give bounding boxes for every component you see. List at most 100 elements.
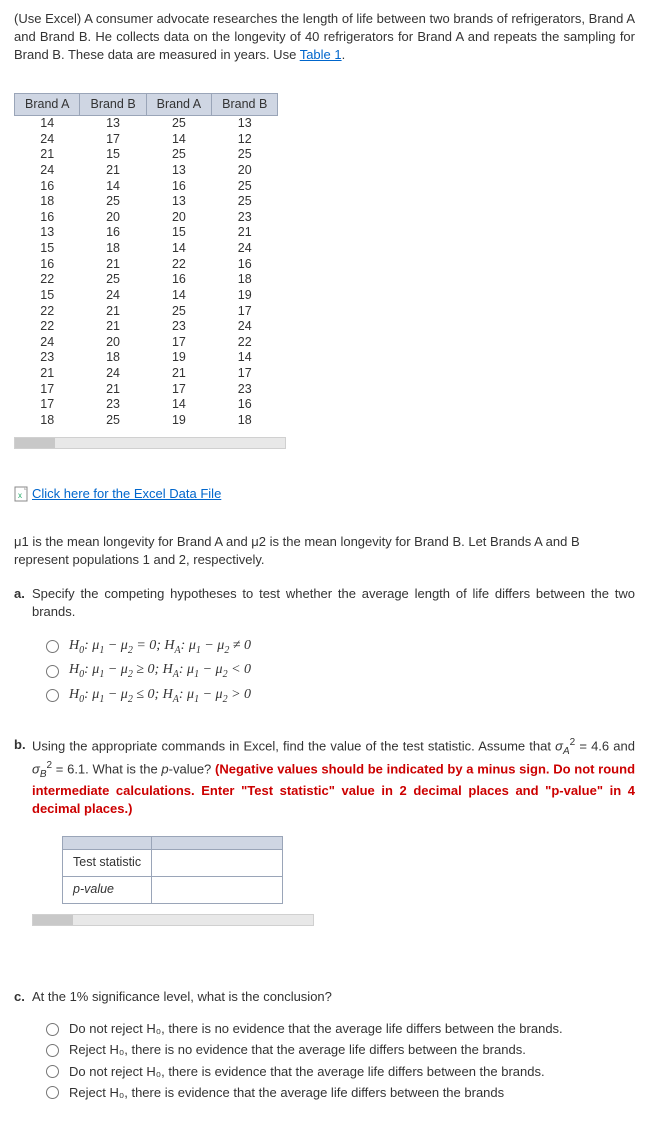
table-cell: 22 [15,319,80,335]
mu-description: μ1 is the mean longevity for Brand A and… [14,533,635,569]
table-row: 18251325 [15,194,278,210]
answer-table: Test statistic p-value [62,836,283,904]
qc-radio-1[interactable] [46,1023,59,1036]
table-cell: 15 [15,288,80,304]
qb-label: b. [14,736,32,962]
table-cell: 25 [80,272,146,288]
table-cell: 20 [212,163,278,179]
table-cell: 24 [80,288,146,304]
table-row: 22212517 [15,304,278,320]
table-cell: 25 [146,116,211,132]
test-stat-label: Test statistic [63,850,152,877]
table-cell: 17 [146,382,211,398]
table-cell: 23 [212,382,278,398]
table-cell: 25 [80,194,146,210]
qc-opt-3: Do not reject H₀, there is evidence that… [69,1063,545,1081]
qa-opt-1: H0: μ1 − μ2 = 0; HA: μ1 − μ2 ≠ 0 [69,636,251,658]
table-cell: 15 [146,225,211,241]
table-cell: 18 [212,272,278,288]
qa-radio-2[interactable] [46,665,59,678]
table-cell: 13 [15,225,80,241]
table-row: 18251918 [15,413,278,429]
table-cell: 13 [212,116,278,132]
qb-t1: Using the appropriate commands in Excel,… [32,738,555,753]
qc-opt-4: Reject H₀, there is evidence that the av… [69,1084,504,1102]
answer-hdr-1 [63,837,152,850]
table-link[interactable]: Table 1 [300,47,342,62]
table-cell: 23 [80,397,146,413]
qa-radio-1[interactable] [46,640,59,653]
table-header-row: Brand ABrand BBrand ABrand B [15,93,278,116]
table-cell: 18 [80,350,146,366]
table-cell: 22 [15,304,80,320]
table-cell: 19 [146,413,211,429]
qc-radio-2[interactable] [46,1044,59,1057]
qb-body: Using the appropriate commands in Excel,… [32,736,635,962]
table-cell: 23 [15,350,80,366]
col-header: Brand A [15,93,80,116]
table-row: 17231416 [15,397,278,413]
qb-subA: A [563,746,570,757]
qc-text: At the 1% significance level, what is th… [32,988,635,1006]
table-cell: 20 [80,210,146,226]
table-cell: 14 [212,350,278,366]
table-cell: 24 [15,335,80,351]
col-header: Brand B [80,93,146,116]
intro-suffix: . [342,47,346,62]
qc-radio-3[interactable] [46,1065,59,1078]
table-cell: 21 [80,163,146,179]
table-cell: 21 [80,304,146,320]
table-cell: 24 [15,163,80,179]
table-cell: 14 [146,397,211,413]
table-cell: 25 [146,304,211,320]
pvalue-input[interactable] [162,881,272,897]
col-header: Brand B [212,93,278,116]
table-cell: 17 [15,397,80,413]
qb-subB: B [40,769,47,780]
table-cell: 14 [146,288,211,304]
excel-file-icon: x [14,486,28,502]
svg-text:x: x [18,491,22,500]
table-cell: 25 [146,147,211,163]
table-cell: 22 [15,272,80,288]
table-cell: 24 [80,366,146,382]
table-cell: 18 [15,194,80,210]
table-cell: 13 [80,116,146,132]
table-cell: 19 [212,288,278,304]
table-cell: 23 [212,210,278,226]
table-cell: 17 [146,335,211,351]
table-cell: 16 [15,179,80,195]
table-cell: 16 [212,397,278,413]
test-stat-input[interactable] [162,854,272,870]
horizontal-scrollbar-2[interactable] [32,914,314,926]
excel-data-link[interactable]: Click here for the Excel Data File [32,485,221,503]
table-cell: 20 [146,210,211,226]
qa-radio-3[interactable] [46,689,59,702]
qa-opt-3: H0: μ1 − μ2 ≤ 0; HA: μ1 − μ2 > 0 [69,685,251,707]
qb-sigA: σ [555,738,563,753]
table-cell: 17 [212,366,278,382]
table-cell: 16 [146,179,211,195]
qb-sigB: σ [32,761,40,776]
table-cell: 21 [15,147,80,163]
table-cell: 24 [212,241,278,257]
qa-options: H0: μ1 − μ2 = 0; HA: μ1 − μ2 ≠ 0 H0: μ1 … [46,636,635,707]
table-row: 14132513 [15,116,278,132]
table-body: 1413251324171412211525252421132016141625… [15,116,278,429]
table-cell: 13 [146,163,211,179]
table-cell: 14 [80,179,146,195]
table-row: 21242117 [15,366,278,382]
qc-radio-4[interactable] [46,1086,59,1099]
table-cell: 23 [146,319,211,335]
pvalue-label: p-value [63,877,152,904]
data-table: Brand ABrand BBrand ABrand B 14132513241… [14,93,278,429]
col-header: Brand A [146,93,211,116]
table-cell: 16 [146,272,211,288]
table-row: 22251618 [15,272,278,288]
qa-opt-2: H0: μ1 − μ2 ≥ 0; HA: μ1 − μ2 < 0 [69,660,251,682]
horizontal-scrollbar[interactable] [14,437,286,449]
table-row: 16141625 [15,179,278,195]
answer-hdr-2 [152,837,283,850]
table-cell: 14 [15,116,80,132]
qb-t2: -value? [169,761,215,776]
